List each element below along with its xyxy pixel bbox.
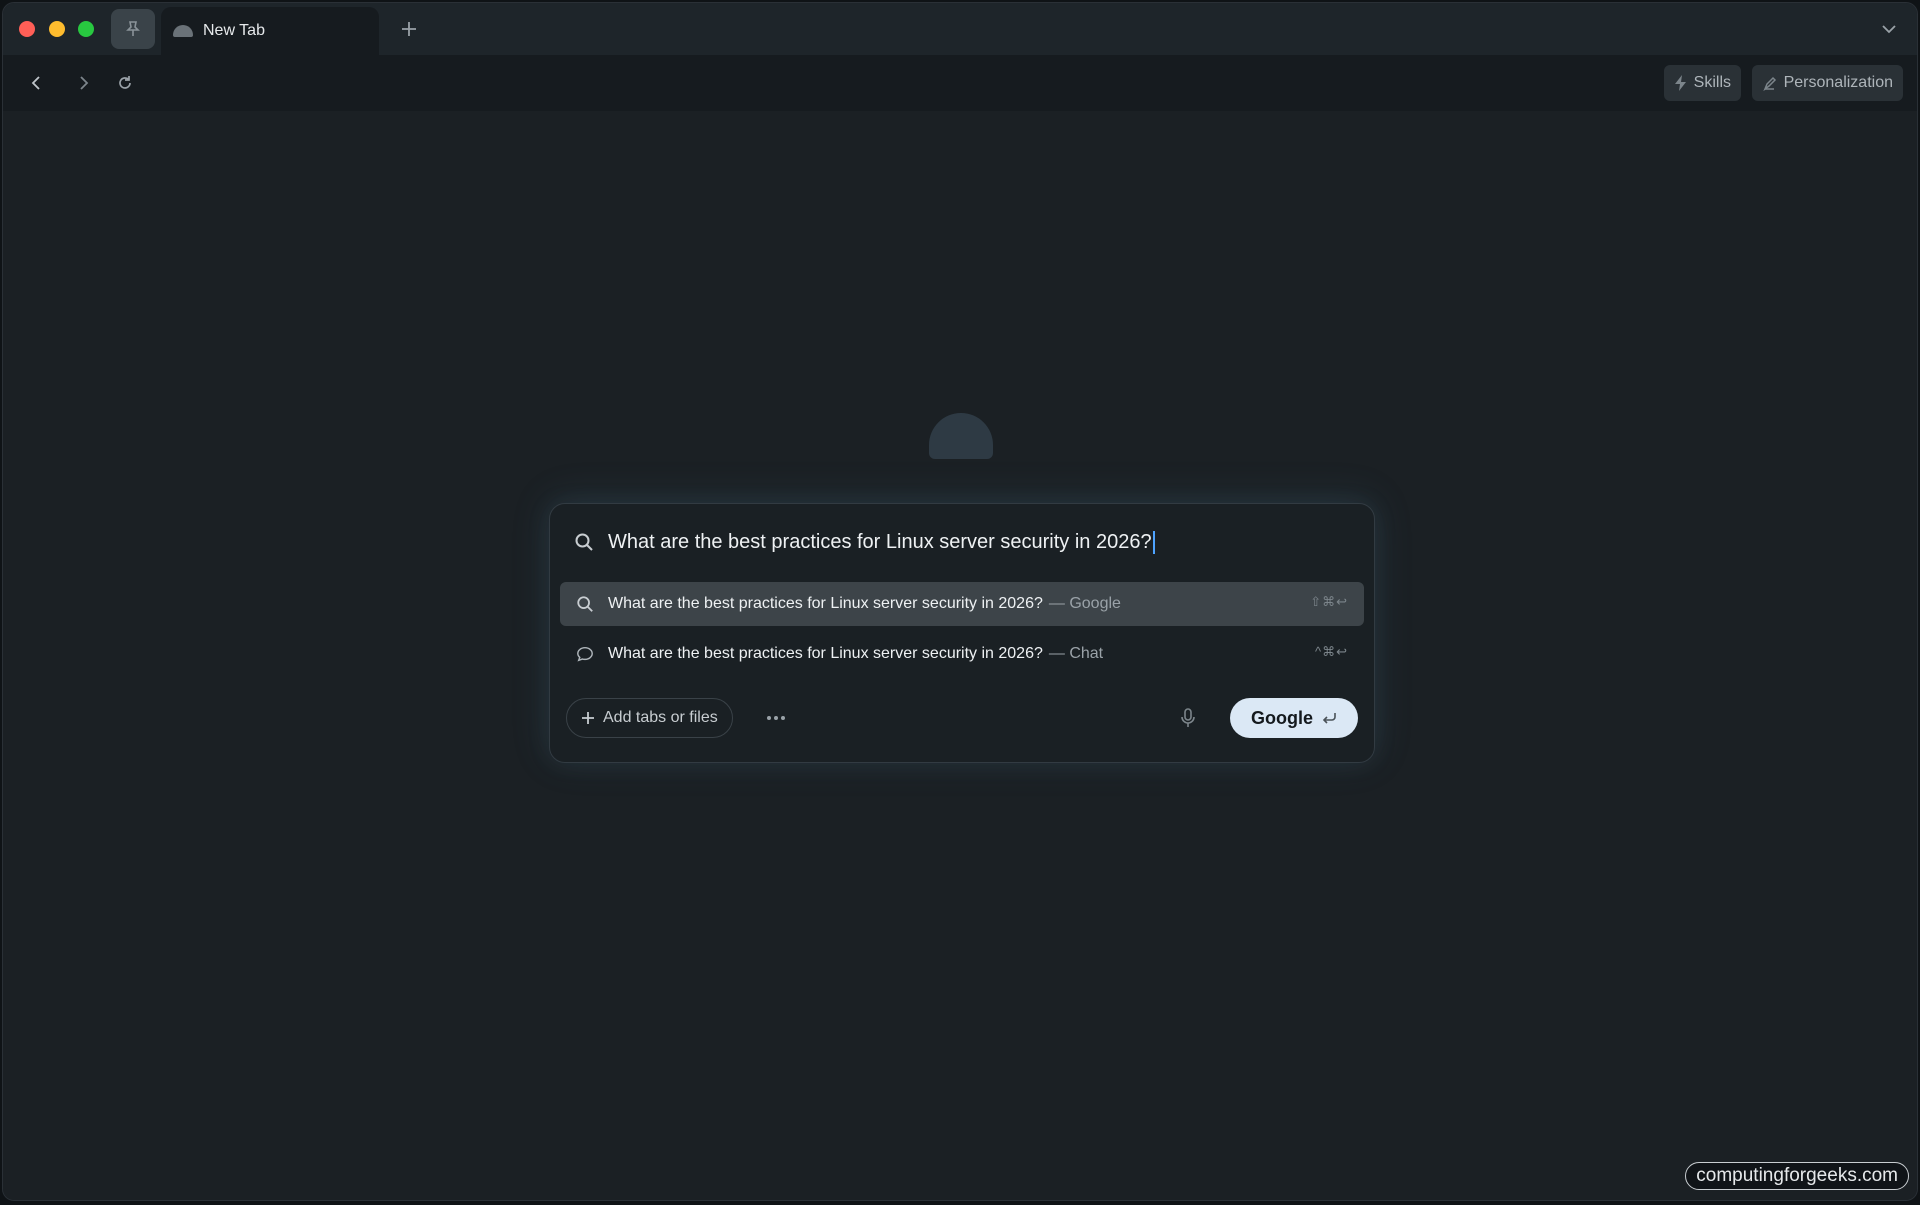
toolbar: Skills Personalization [3,55,1917,111]
chevron-down-icon [1882,25,1896,34]
chat-bubble-icon [577,646,593,662]
personalization-button[interactable]: Personalization [1751,65,1903,101]
keyboard-shortcut: ^⌘↩ [1315,644,1348,659]
search-query-text[interactable]: What are the best practices for Linux se… [608,530,1155,554]
search-google-button[interactable]: Google [1230,698,1358,738]
browser-logo [929,413,993,459]
search-icon [577,596,593,612]
search-input[interactable]: What are the best practices for Linux se… [574,524,1350,560]
new-tab-page: What are the best practices for Linux se… [3,111,1917,1200]
add-tabs-label: Add tabs or files [603,709,718,726]
search-button-label: Google [1251,707,1313,728]
suggestion-text: What are the best practices for Linux se… [608,645,1043,662]
tab-new-tab[interactable]: New Tab [161,7,379,55]
plus-icon [402,22,416,36]
new-tab-button[interactable] [395,15,423,43]
search-card: What are the best practices for Linux se… [549,503,1375,763]
suggestion-source: — Google [1048,595,1121,612]
suggestion-text: What are the best practices for Linux se… [608,595,1043,612]
close-window-button[interactable] [19,21,35,37]
tab-favicon-icon [173,25,193,37]
watermark-text: computingforgeeks.com [1685,1162,1909,1190]
plus-icon [582,712,594,724]
suggestion-source: — Chat [1048,645,1104,662]
lightning-icon [1674,75,1686,91]
search-actions: Add tabs or files Google [566,698,1358,738]
skills-label: Skills [1693,74,1731,91]
tab-title: New Tab [203,22,265,39]
suggestion-chat[interactable]: What are the best practices for Linux se… [560,632,1364,676]
forward-button[interactable] [69,69,97,97]
search-icon [575,533,593,551]
skills-button[interactable]: Skills [1663,65,1741,101]
title-bar: New Tab [3,3,1917,55]
minimize-window-button[interactable] [49,21,65,37]
pin-tab-button[interactable] [111,9,155,49]
more-options-button[interactable] [762,704,790,732]
enter-key-icon [1322,713,1336,724]
voice-input-button[interactable] [1174,704,1202,732]
browser-window: New Tab Skills Personalization What are … [2,2,1918,1201]
back-button[interactable] [23,69,51,97]
reload-icon [119,76,131,89]
reload-button[interactable] [111,69,139,97]
chevron-right-icon [80,76,89,90]
keyboard-shortcut: ⇧⌘↩ [1310,594,1348,609]
chevron-left-icon [31,76,40,90]
microphone-icon [1181,708,1195,727]
add-tabs-or-files-button[interactable]: Add tabs or files [566,698,733,738]
personalization-icon [1762,76,1776,91]
pin-icon [126,21,140,36]
personalization-label: Personalization [1783,74,1893,91]
more-horizontal-icon [767,716,785,720]
suggestion-google[interactable]: What are the best practices for Linux se… [560,582,1364,626]
tab-list-button[interactable] [1877,17,1901,41]
maximize-window-button[interactable] [78,21,94,37]
